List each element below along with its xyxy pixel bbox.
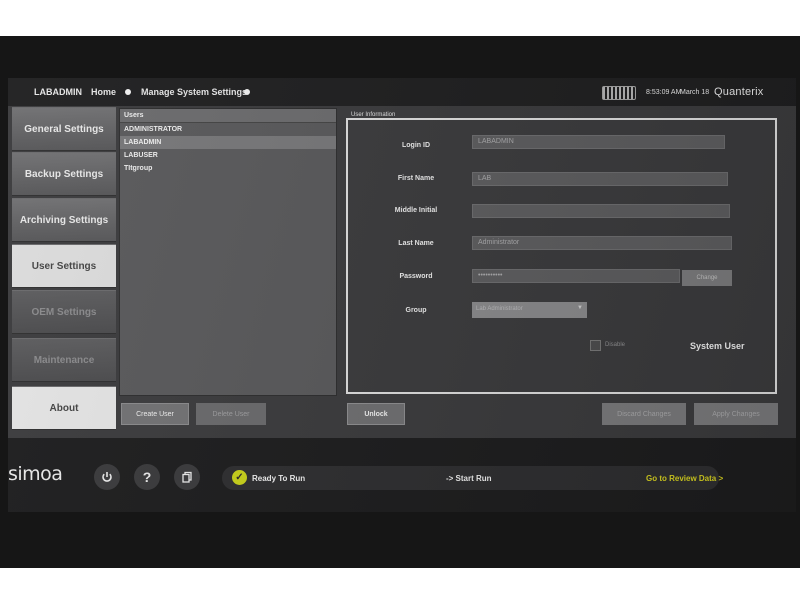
disable-checkbox[interactable] <box>590 340 601 351</box>
user-information-panel <box>346 118 777 394</box>
sidebar-item-general-settings[interactable]: General Settings <box>12 107 116 151</box>
list-item[interactable]: ADMINISTRATOR <box>120 123 336 136</box>
group-select[interactable]: Lab Administrator ▼ <box>472 302 587 318</box>
middle-initial-label: Middle Initial <box>394 207 438 214</box>
help-icon: ? <box>142 469 152 485</box>
bottom-bar: simoa ? ✓ Ready To Run -> Start Run Go t… <box>8 438 796 512</box>
run-status-text: Ready To Run <box>252 474 306 483</box>
apply-changes-label: Apply Changes <box>712 410 760 418</box>
check-icon: ✓ <box>232 470 247 485</box>
copy-button[interactable] <box>174 464 200 490</box>
breadcrumb-separator-dot <box>244 89 250 95</box>
group-select-value: Lab Administrator <box>476 306 523 312</box>
current-user: LABADMIN <box>34 87 82 97</box>
breadcrumb-current-page: Manage System Settings <box>141 87 248 97</box>
last-name-field[interactable]: Administrator <box>472 236 732 250</box>
sidebar-item-archiving-settings[interactable]: Archiving Settings <box>12 198 116 242</box>
settings-sidebar: General Settings Backup Settings Archivi… <box>8 106 116 434</box>
breadcrumb-separator-dot <box>125 89 131 95</box>
delete-user-button[interactable]: Delete User <box>196 403 266 425</box>
discard-changes-label: Discard Changes <box>617 410 671 418</box>
chevron-down-icon: ▼ <box>577 305 583 311</box>
clock-time: 8:53:09 AM <box>646 89 682 96</box>
unlock-button[interactable]: Unlock <box>347 403 405 425</box>
help-button[interactable]: ? <box>134 464 160 490</box>
breadcrumb-home[interactable]: Home <box>91 87 116 97</box>
top-bar: LABADMIN Home Manage System Settings 8:5… <box>8 78 796 106</box>
sidebar-item-maintenance[interactable]: Maintenance <box>12 338 116 382</box>
power-button[interactable] <box>94 464 120 490</box>
sidebar-item-label: General Settings <box>24 123 104 135</box>
delete-user-label: Delete User <box>212 410 250 418</box>
unlock-label: Unlock <box>364 410 388 418</box>
list-item-selected[interactable]: LABADMIN <box>120 136 336 149</box>
first-name-field[interactable]: LAB <box>472 172 728 186</box>
last-name-label: Last Name <box>398 240 434 247</box>
password-field[interactable]: •••••••••• <box>472 269 680 283</box>
power-icon <box>102 472 112 482</box>
sidebar-item-about[interactable]: About <box>12 386 116 430</box>
sidebar-item-label: Backup Settings <box>24 168 104 180</box>
sidebar-item-backup-settings[interactable]: Backup Settings <box>12 152 116 196</box>
users-list: Users ADMINISTRATOR LABADMIN LABUSER TIt… <box>119 108 337 396</box>
disable-label: Disable <box>605 342 626 348</box>
sidebar-item-label: OEM Settings <box>31 306 97 318</box>
middle-initial-field[interactable] <box>472 204 730 218</box>
users-list-header: Users <box>120 109 336 123</box>
keyboard-icon[interactable] <box>602 86 636 100</box>
sidebar-item-label: About <box>49 402 79 414</box>
first-name-label: First Name <box>397 175 435 182</box>
discard-changes-button[interactable]: Discard Changes <box>602 403 686 425</box>
start-run-button[interactable]: -> Start Run <box>446 474 492 483</box>
copy-icon <box>182 471 192 483</box>
create-user-label: Create User <box>136 410 174 418</box>
create-user-button[interactable]: Create User <box>121 403 189 425</box>
sidebar-item-label: User Settings <box>31 260 97 272</box>
simoa-logo: simoa <box>8 463 63 485</box>
change-password-button[interactable]: Change <box>682 270 732 286</box>
login-id-label: Login ID <box>402 142 430 149</box>
change-button-label: Change <box>696 275 718 281</box>
group-label: Group <box>405 307 427 314</box>
apply-changes-button[interactable]: Apply Changes <box>694 403 778 425</box>
sidebar-item-label: Maintenance <box>33 354 95 366</box>
user-information-title: User Information <box>349 112 398 118</box>
login-id-field: LABADMIN <box>472 135 725 149</box>
brand-logo: Quanterix <box>714 86 764 98</box>
sidebar-item-user-settings[interactable]: User Settings <box>12 244 116 288</box>
clock-date: March 18 <box>680 89 710 96</box>
list-item[interactable]: TItgroup <box>120 162 336 175</box>
screen: LABADMIN Home Manage System Settings 8:5… <box>8 78 796 512</box>
go-to-review-data-link[interactable]: Go to Review Data > <box>646 474 723 483</box>
system-user-label: System User <box>690 341 745 351</box>
list-item[interactable]: LABUSER <box>120 149 336 162</box>
password-label: Password <box>399 273 433 280</box>
sidebar-item-oem-settings[interactable]: OEM Settings <box>12 290 116 334</box>
sidebar-item-label: Archiving Settings <box>19 214 109 226</box>
